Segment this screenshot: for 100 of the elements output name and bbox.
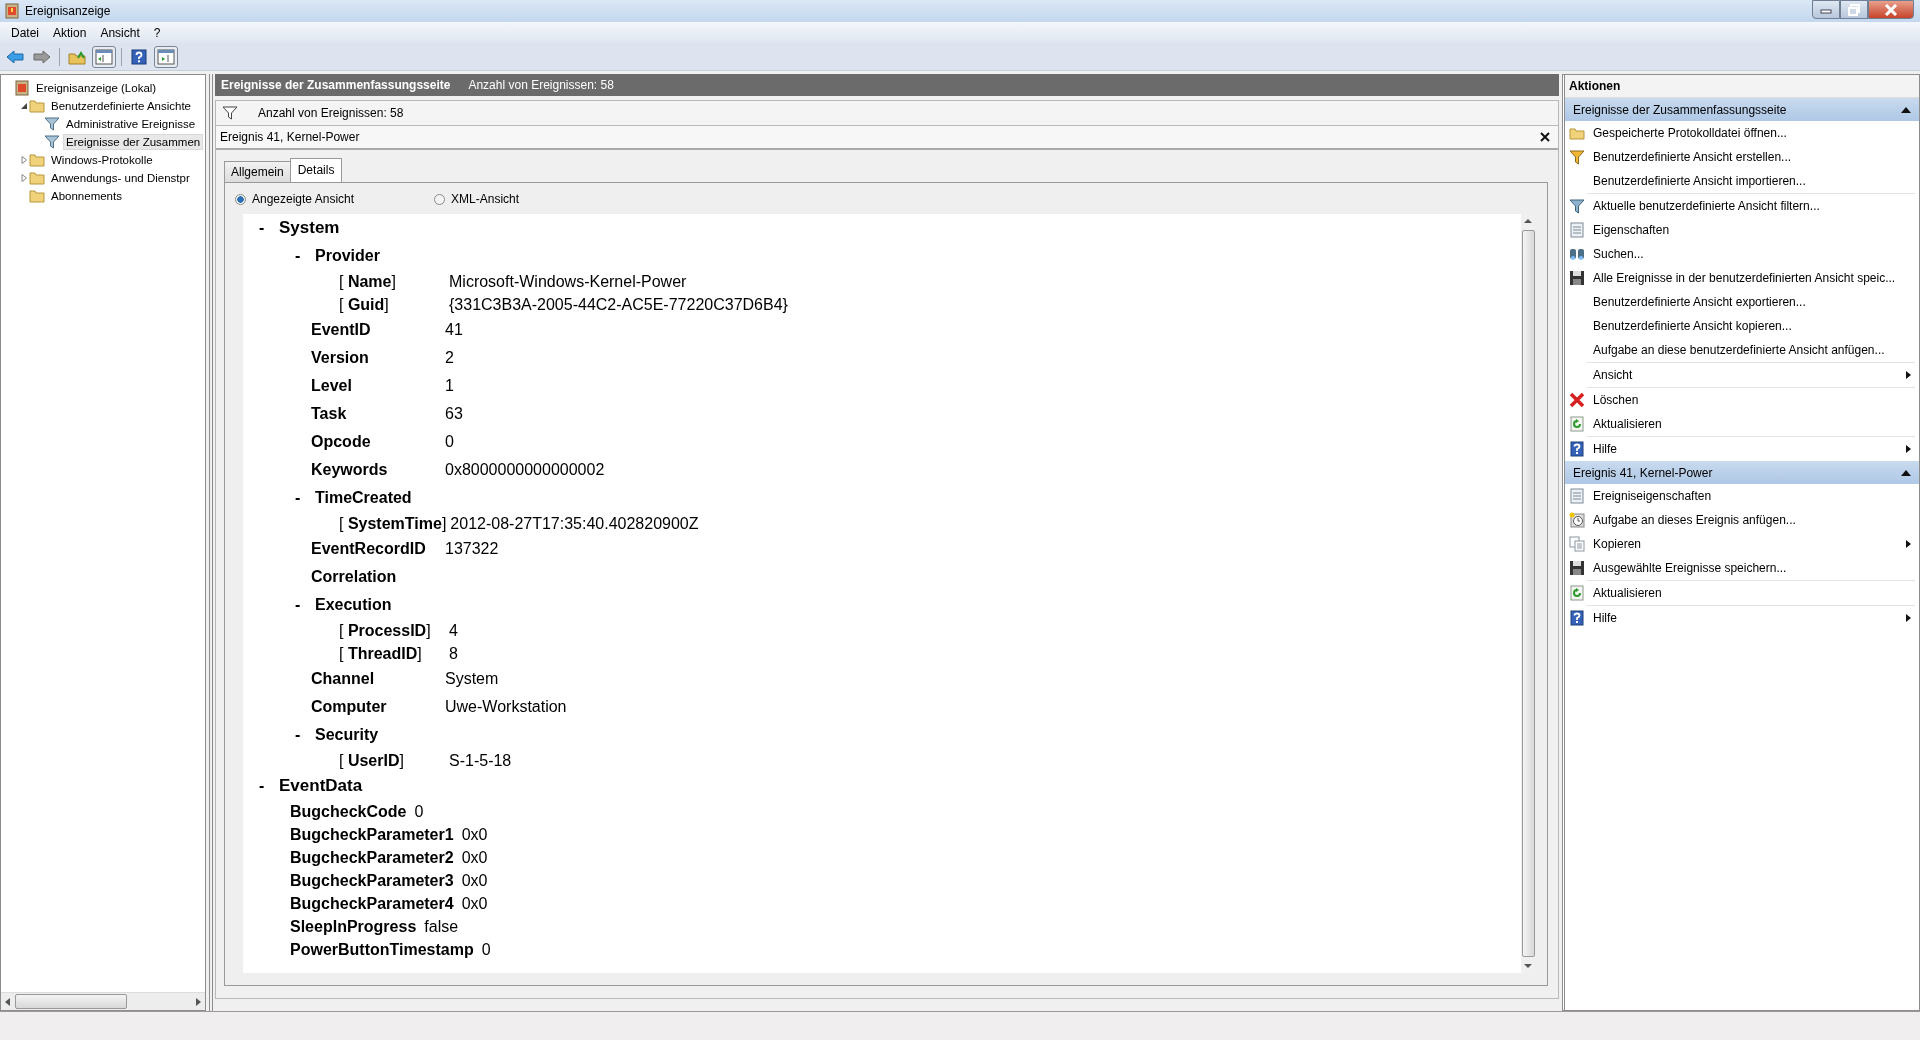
scroll-down-icon[interactable] [1524,963,1532,969]
section-header[interactable]: Ereignisse der Zusammenfassungsseite [1565,98,1919,121]
show-action-pane-button[interactable] [154,45,178,68]
close-icon[interactable] [1540,132,1550,142]
save-icon [1569,270,1585,286]
folder-icon [29,170,45,186]
attribute-label: [ SystemTime] [339,514,447,533]
menu-item[interactable]: Ansicht [93,25,147,40]
section-header[interactable]: Ereignis 41, Kernel-Power [1565,461,1919,484]
action-item[interactable]: Aufgabe an dieses Ereignis anfügen... [1593,513,1796,527]
action-item[interactable]: Aufgabe an diese benutzerdefinierte Ansicht anfügen... [1593,343,1885,357]
menu-item[interactable]: Datei [4,25,46,40]
menu-item[interactable]: ? [146,25,168,40]
action-item[interactable]: Aktualisieren [1593,586,1662,600]
tree-item[interactable]: Windows-Protokolle [48,152,156,168]
delete-icon [1569,392,1585,408]
data-label: BugcheckCode [290,802,407,821]
field-label: EventID [311,321,372,339]
collapse-icon[interactable] [19,102,28,110]
funnel-icon [44,116,60,132]
attribute-value: 8 [449,644,458,663]
scroll-right-icon[interactable] [195,997,201,1006]
tree-item[interactable]: Administrative Ereignisse [63,116,199,132]
close-button[interactable] [1868,0,1914,19]
collapse-toggle[interactable]: - [295,247,315,265]
field-value: 0x8000000000000002 [445,461,605,479]
action-item[interactable]: Benutzerdefinierte Ansicht exportieren... [1593,295,1806,309]
action-item[interactable]: Alle Ereignisse in der benutzerdefinierten Ansicht speic... [1593,271,1896,285]
data-label: SleepInProgress [290,917,417,936]
action-item[interactable]: Aktualisieren [1593,417,1662,431]
tree-item[interactable]: Ereignisanzeige (Lokal) [33,80,160,96]
attribute-value: S-1-5-18 [449,751,512,770]
data-label: BugcheckParameter4 [290,894,454,913]
tab[interactable]: Details [289,158,343,182]
field-value: 0 [445,433,454,451]
action-item[interactable]: Gespeicherte Protokolldatei öffnen... [1593,126,1787,140]
action-item[interactable]: Kopieren [1593,537,1642,551]
field-label: Task [311,405,348,423]
restore-button[interactable] [1840,0,1868,19]
field-value: 137322 [445,540,499,558]
action-item[interactable]: Suchen... [1593,247,1644,261]
action-item[interactable]: Löschen [1593,393,1639,407]
field-value: 63 [445,405,463,423]
field-label: Opcode [311,433,372,451]
action-item[interactable]: Ereigniseigenschaften [1593,489,1712,503]
clock-icon [1569,512,1585,528]
attribute-label: [ ProcessID] [339,621,432,640]
tree-item[interactable]: Abonnements [48,188,125,204]
action-item[interactable]: Ansicht [1593,368,1633,382]
group-label: Execution [315,596,392,614]
copy-icon [1569,536,1585,552]
funnel-icon [1569,149,1585,165]
radio-button[interactable]: Angezeigte Ansicht [235,192,355,206]
scroll-left-icon[interactable] [5,997,11,1006]
action-item[interactable]: Hilfe [1593,611,1617,625]
collapse-toggle[interactable]: - [259,219,279,237]
action-item[interactable]: Benutzerdefinierte Ansicht kopieren... [1593,319,1792,333]
attribute-value: 2012-08-27T17:35:40.402820900Z [450,514,699,533]
scroll-up-icon[interactable] [1524,218,1532,224]
action-item[interactable]: Benutzerdefinierte Ansicht erstellen... [1593,150,1792,164]
pane-title: Ereignisse der Zusammenfassungsseite [221,78,451,92]
refresh-icon [1569,585,1585,601]
data-value: 0 [481,940,491,959]
data-value: 0x0 [461,848,488,867]
tree-item[interactable]: Anwendungs- und Dienstpr [48,170,193,186]
action-item[interactable]: Benutzerdefinierte Ansicht importieren... [1593,174,1806,188]
field-label: Version [311,349,370,367]
action-item[interactable]: Ausgewählte Ereignisse speichern... [1593,561,1787,575]
event-count: Anzahl von Ereignissen: 58 [468,78,614,92]
menu-item[interactable]: Aktion [46,25,94,40]
attribute-value: 4 [449,621,458,640]
action-item[interactable]: Aktuelle benutzerdefinierte Ansicht filtern... [1593,199,1820,213]
collapse-toggle[interactable]: - [295,489,315,507]
action-item[interactable]: Eigenschaften [1593,223,1670,237]
expand-icon[interactable] [19,156,28,164]
collapse-icon[interactable] [1901,469,1911,476]
tree-item[interactable]: Ereignisse der Zusammen [63,134,204,150]
group-label: EventData [279,776,363,796]
funnel-icon [1569,198,1585,214]
horizontal-scrollbar[interactable] [1,992,205,1010]
field-label: Computer [311,698,388,716]
attribute-label: [ Name] [339,272,397,291]
event-viewer-icon [14,80,30,96]
funnel-icon [44,134,60,150]
collapse-icon[interactable] [1901,106,1911,113]
field-label: Level [311,377,353,395]
minimize-button[interactable] [1812,0,1840,19]
radio-button[interactable]: XML-Ansicht [434,192,520,206]
help-icon [1569,610,1585,626]
expand-icon[interactable] [19,174,28,182]
help-icon [1569,441,1585,457]
folder-icon [1569,125,1585,141]
collapse-toggle[interactable]: - [259,777,279,795]
collapse-toggle[interactable]: - [295,726,315,744]
action-item[interactable]: Hilfe [1593,442,1617,456]
show-tree-button[interactable] [92,45,116,68]
tab[interactable]: Allgemein [224,161,291,182]
collapse-toggle[interactable]: - [295,596,315,614]
tree-item[interactable]: Benutzerdefinierte Ansichte [48,98,194,114]
attribute-value: {331C3B3A-2005-44C2-AC5E-77220C37D6B4} [449,295,788,314]
